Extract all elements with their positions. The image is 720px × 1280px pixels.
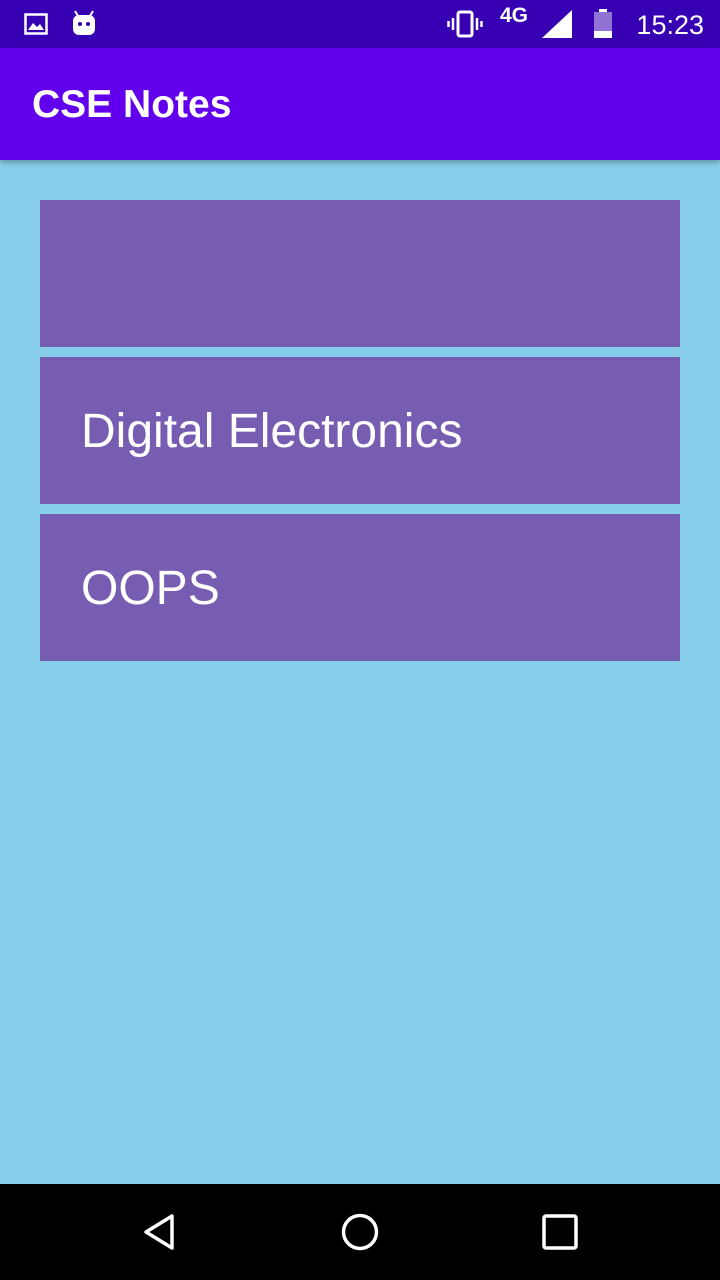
subject-list: Digital Electronics OOPS — [0, 160, 720, 1184]
network-type-label: 4G — [500, 4, 529, 27]
image-icon — [22, 0, 50, 48]
app-title: CSE Notes — [32, 83, 232, 126]
home-icon — [341, 1213, 379, 1251]
subject-label: Digital Electronics — [81, 405, 463, 458]
battery-icon — [590, 0, 616, 48]
back-button[interactable] — [112, 1184, 208, 1280]
status-time: 15:23 — [636, 10, 704, 40]
home-button[interactable] — [312, 1184, 408, 1280]
subject-card-digital-electronics[interactable]: Digital Electronics — [40, 357, 680, 504]
subject-card-oops[interactable]: OOPS — [40, 514, 680, 661]
subject-label: OOPS — [81, 562, 220, 615]
signal-icon — [540, 0, 574, 48]
back-icon — [144, 1214, 174, 1250]
subject-card[interactable] — [40, 200, 680, 347]
android-icon — [70, 0, 98, 48]
app-bar: CSE Notes — [0, 48, 720, 160]
navigation-bar — [0, 1184, 720, 1280]
recents-button[interactable] — [512, 1184, 608, 1280]
recents-icon — [542, 1214, 578, 1250]
status-bar: 4G 15:23 — [0, 0, 720, 48]
vibrate-icon — [446, 0, 484, 48]
